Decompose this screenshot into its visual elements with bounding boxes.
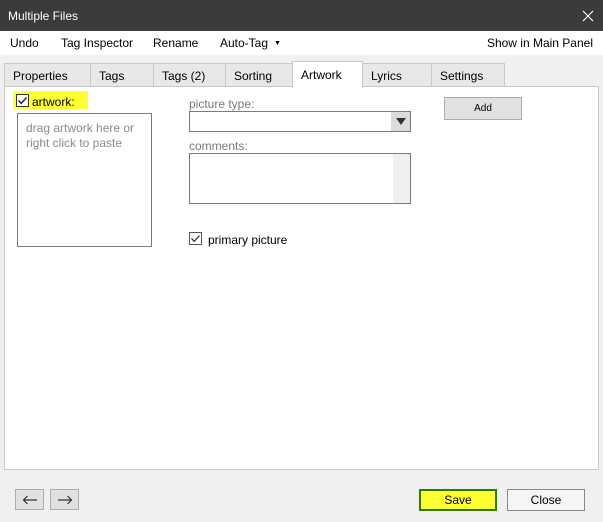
artwork-drop-hint: drag artwork here or right click to past… xyxy=(26,121,135,150)
close-icon xyxy=(582,10,594,21)
save-button[interactable]: Save xyxy=(419,489,497,511)
tab-strip: Properties Tags Tags (2) Sorting Lyrics … xyxy=(0,61,603,88)
window-title: Multiple Files xyxy=(8,9,79,23)
menu-undo[interactable]: Undo xyxy=(10,36,39,50)
tab-properties[interactable]: Properties xyxy=(4,63,91,87)
tab-sorting[interactable]: Sorting xyxy=(225,63,293,87)
menu-auto-tag-label: Auto-Tag xyxy=(220,36,269,50)
checkmark-icon xyxy=(191,235,200,243)
tab-settings[interactable]: Settings xyxy=(431,63,505,87)
previous-file-button[interactable] xyxy=(15,489,44,510)
menu-tag-inspector[interactable]: Tag Inspector xyxy=(61,36,133,50)
dialog-footer: Save Close xyxy=(0,470,603,522)
picture-type-select[interactable] xyxy=(189,111,411,132)
close-button[interactable]: Close xyxy=(507,489,585,511)
primary-picture-checkbox[interactable] xyxy=(189,232,202,245)
artwork-panel: artwork: drag artwork here or right clic… xyxy=(4,86,599,470)
menu-show-in-main-panel[interactable]: Show in Main Panel xyxy=(487,36,593,50)
add-artwork-button[interactable]: Add xyxy=(444,97,522,120)
menu-rename[interactable]: Rename xyxy=(153,36,198,50)
comments-scrollbar[interactable] xyxy=(393,154,410,203)
menu-auto-tag[interactable]: Auto-Tag ▼ xyxy=(220,36,281,50)
caret-down-icon: ▼ xyxy=(274,40,281,47)
menu-bar: Undo Tag Inspector Rename Auto-Tag ▼ Show… xyxy=(0,31,603,55)
checkmark-icon xyxy=(18,97,28,105)
window-close-button[interactable] xyxy=(573,0,603,31)
picture-type-label: picture type: xyxy=(189,97,255,111)
comments-label: comments: xyxy=(189,139,248,153)
tab-tags[interactable]: Tags xyxy=(90,63,154,87)
triangle-down-icon xyxy=(395,117,406,125)
next-file-button[interactable] xyxy=(50,489,79,510)
artwork-checkbox[interactable] xyxy=(16,94,29,107)
arrow-left-icon xyxy=(22,495,37,504)
tab-tags-2[interactable]: Tags (2) xyxy=(153,63,226,87)
artwork-drop-area[interactable]: drag artwork here or right click to past… xyxy=(17,113,152,247)
picture-type-dropdown-button[interactable] xyxy=(391,112,410,131)
tab-lyrics[interactable]: Lyrics xyxy=(362,63,432,87)
artwork-label: artwork: xyxy=(32,95,75,109)
title-bar: Multiple Files xyxy=(0,0,603,31)
comments-textarea[interactable] xyxy=(189,153,411,204)
primary-picture-label: primary picture xyxy=(208,233,288,247)
arrow-right-icon xyxy=(57,495,72,504)
tab-artwork[interactable]: Artwork xyxy=(292,61,363,88)
